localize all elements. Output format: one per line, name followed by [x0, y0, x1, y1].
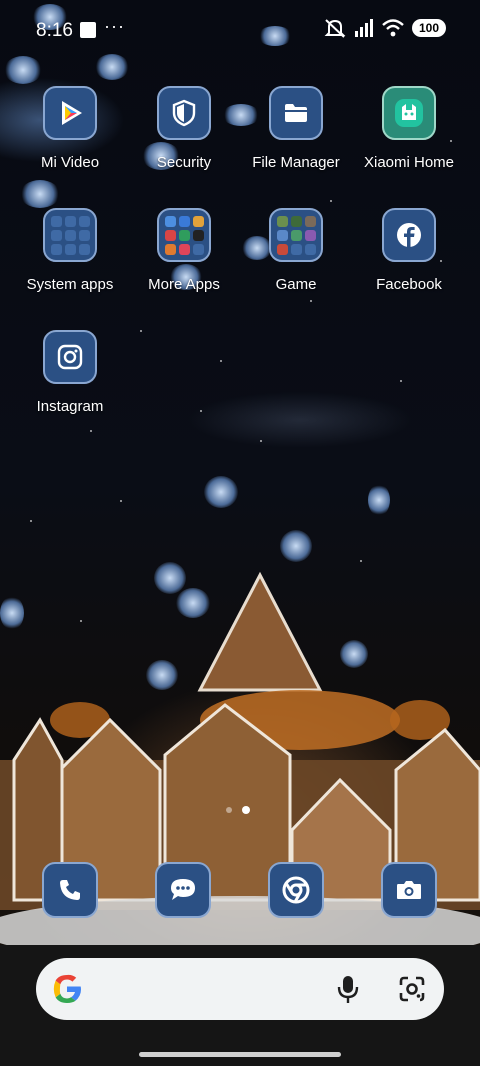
microphone-icon[interactable]: [336, 974, 360, 1004]
chrome-icon: [268, 862, 324, 918]
security-shield-icon: [157, 86, 211, 140]
messages-icon: [155, 862, 211, 918]
lens-icon[interactable]: [398, 975, 426, 1003]
app-xiaomi-home[interactable]: Xiaomi Home: [349, 86, 469, 171]
app-file-manager[interactable]: File Manager: [236, 86, 356, 171]
page-dot-active: [242, 806, 250, 814]
notification-square-icon: [80, 22, 96, 38]
page-dot: [226, 807, 232, 813]
app-instagram[interactable]: Instagram: [10, 330, 130, 415]
dock-phone[interactable]: [42, 862, 98, 918]
mi-video-icon: [43, 86, 97, 140]
wifi-icon: [382, 19, 404, 37]
camera-icon: [381, 862, 437, 918]
dock-messages[interactable]: [155, 862, 211, 918]
folder-more-apps[interactable]: More Apps: [124, 208, 244, 293]
home-gesture-bar[interactable]: [139, 1052, 341, 1057]
app-mi-video[interactable]: Mi Video: [10, 86, 130, 171]
mute-icon: [324, 19, 346, 38]
folder-label: Game: [275, 276, 317, 293]
app-label: Security: [156, 154, 212, 171]
folder-system-apps[interactable]: System apps: [10, 208, 130, 293]
overflow-dots: ···: [104, 16, 125, 36]
instagram-icon: [43, 330, 97, 384]
facebook-icon: [382, 208, 436, 262]
app-label: Mi Video: [40, 154, 100, 171]
dock-chrome[interactable]: [268, 862, 324, 918]
folder-icon: [269, 86, 323, 140]
app-facebook[interactable]: Facebook: [349, 208, 469, 293]
status-bar: 8:16 ··· 100: [0, 0, 480, 60]
battery-icon: 100: [412, 19, 446, 37]
app-security[interactable]: Security: [124, 86, 244, 171]
app-label: File Manager: [252, 154, 340, 171]
dock-camera[interactable]: [381, 862, 437, 918]
app-label: Facebook: [376, 276, 442, 293]
page-indicator: [226, 806, 250, 814]
folder-label: More Apps: [148, 276, 220, 293]
system-apps-folder-icon: [43, 208, 97, 262]
more-apps-folder-icon: [157, 208, 211, 262]
game-folder-icon: [269, 208, 323, 262]
google-logo-icon: [53, 974, 81, 1003]
google-search-bar[interactable]: [36, 958, 444, 1020]
folder-game[interactable]: Game: [236, 208, 356, 293]
status-time: 8:16: [36, 20, 73, 41]
app-label: Xiaomi Home: [363, 154, 455, 171]
app-label: Instagram: [36, 398, 104, 415]
signal-icon: [355, 19, 373, 37]
folder-label: System apps: [26, 276, 114, 293]
phone-icon: [42, 862, 98, 918]
xiaomi-home-icon: [382, 86, 436, 140]
